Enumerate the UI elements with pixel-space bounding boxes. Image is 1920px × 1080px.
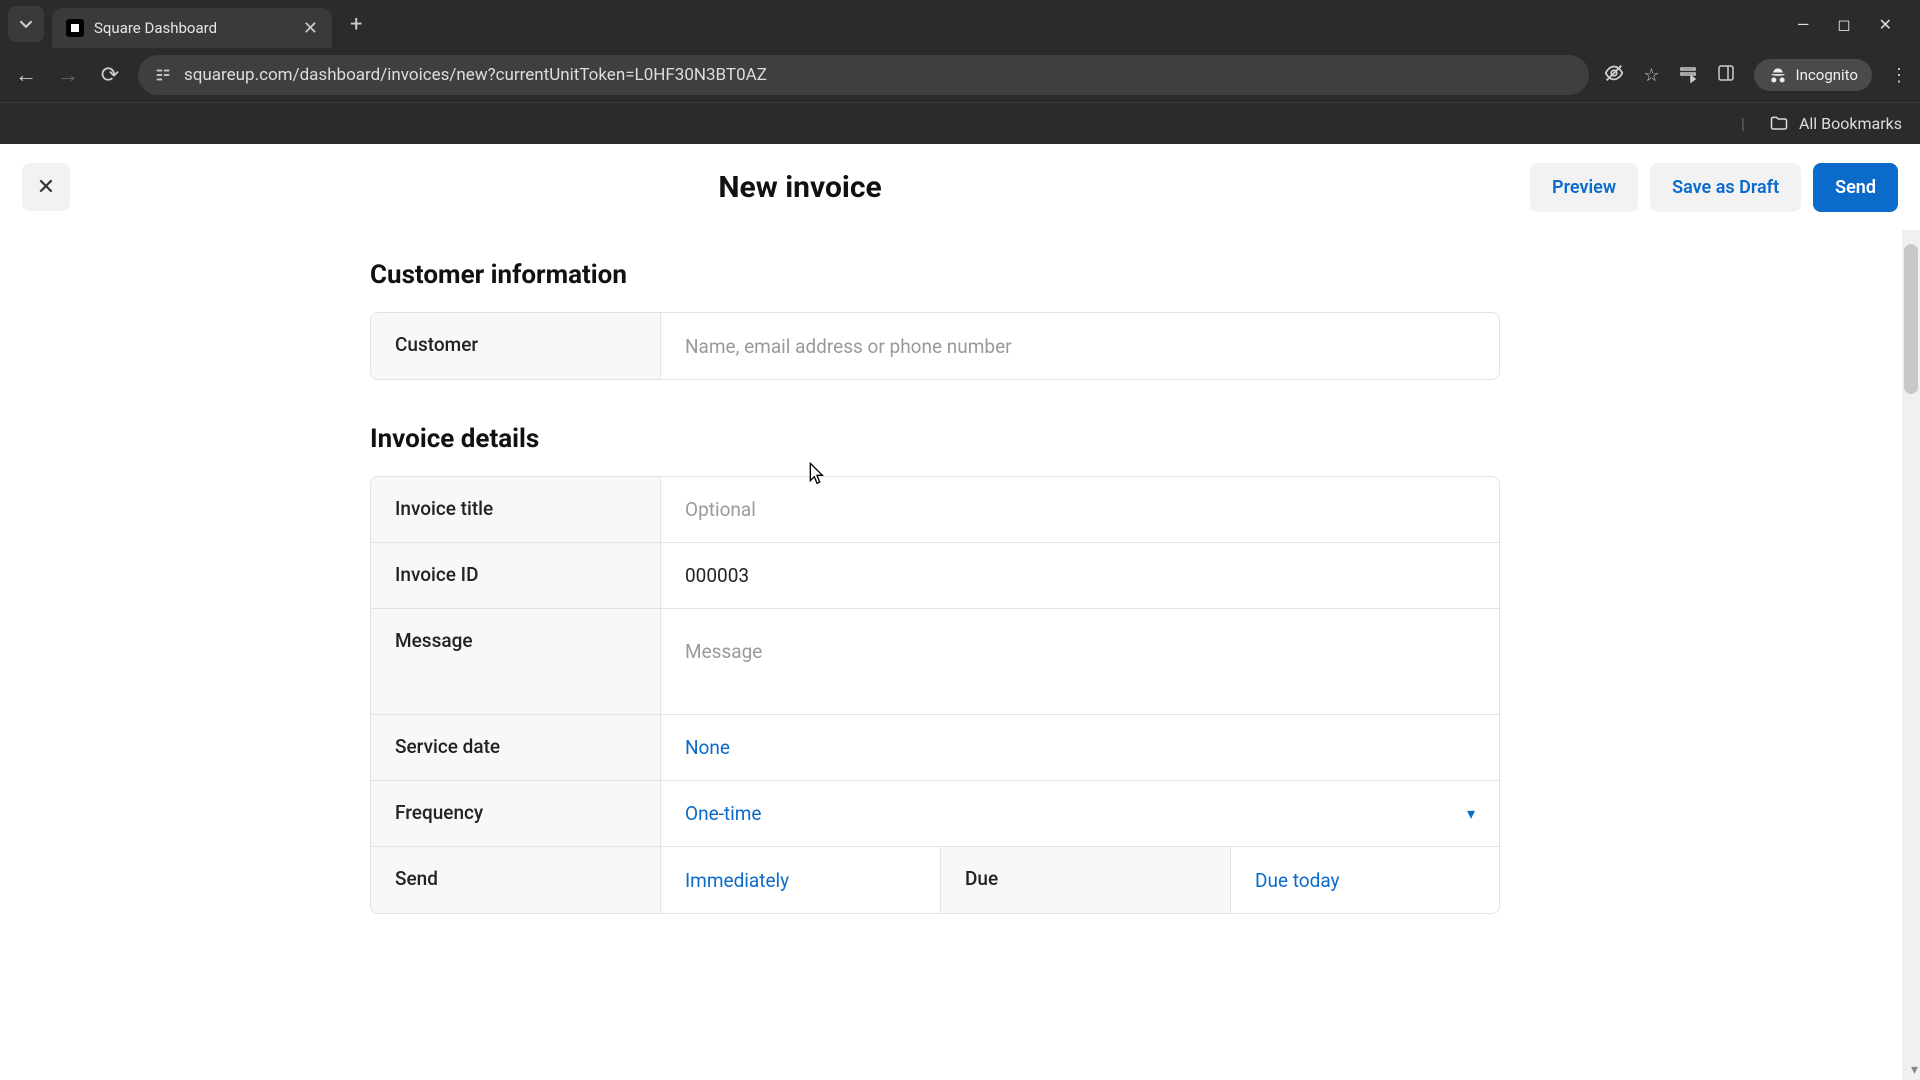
bookmark-star-icon[interactable]: ☆ [1643,65,1659,86]
invoice-id-input[interactable] [685,564,1475,587]
message-row: Message [371,609,1499,715]
send-due-row: Send Immediately Due Due today [371,847,1499,913]
close-window-icon[interactable]: ✕ [1879,15,1892,34]
close-icon: ✕ [37,175,55,200]
window-controls: ― ◻ ✕ [1797,15,1912,34]
customer-row: Customer [371,313,1499,379]
minimize-icon[interactable]: ― [1797,15,1810,34]
tab-title: Square Dashboard [94,19,293,37]
page-title: New invoice [84,170,1516,205]
back-button[interactable]: ← [12,62,40,88]
scroll-down-icon[interactable]: ▾ [1911,1062,1918,1078]
header-actions: Preview Save as Draft Send [1530,163,1898,212]
incognito-label: Incognito [1796,66,1858,84]
side-panel-icon[interactable] [1716,63,1736,88]
send-value: Immediately [685,869,789,892]
invoice-id-row: Invoice ID [371,543,1499,609]
send-button[interactable]: Send [1813,163,1898,212]
chevron-down-icon [19,17,33,31]
invoice-id-label: Invoice ID [371,543,661,608]
details-field-group: Invoice title Invoice ID Message Service… [370,476,1500,914]
app-header: ✕ New invoice Preview Save as Draft Send [0,144,1920,230]
frequency-row: Frequency One-time ▾ [371,781,1499,847]
url-text: squareup.com/dashboard/invoices/new?curr… [184,65,1573,85]
customer-info-section: Customer information Customer [370,260,1500,380]
service-date-value: None [685,736,730,759]
due-picker[interactable]: Due today [1231,847,1499,913]
reload-button[interactable]: ⟳ [96,63,124,88]
message-label: Message [371,609,661,714]
new-tab-button[interactable]: + [340,12,372,37]
invoice-title-label: Invoice title [371,477,661,542]
close-button[interactable]: ✕ [22,163,70,211]
form: Customer information Customer Invoice de… [370,260,1500,914]
section-heading-details: Invoice details [370,424,1500,454]
all-bookmarks-button[interactable]: All Bookmarks [1799,114,1902,133]
invoice-details-section: Invoice details Invoice title Invoice ID… [370,424,1500,914]
chevron-down-icon: ▾ [1467,804,1475,823]
browser-chrome: Square Dashboard ✕ + ― ◻ ✕ ← → ⟳ squareu… [0,0,1920,144]
maximize-icon[interactable]: ◻ [1837,15,1850,34]
site-info-icon[interactable] [154,66,172,84]
media-control-icon[interactable] [1678,63,1698,88]
invoice-title-row: Invoice title [371,477,1499,543]
browser-tab[interactable]: Square Dashboard ✕ [52,8,332,48]
scrollbar-track[interactable]: ▾ [1902,230,1920,1080]
tabs-dropdown-button[interactable] [8,6,44,42]
toolbar-icons: ☆ Incognito ⋮ [1603,59,1908,91]
service-date-label: Service date [371,715,661,780]
frequency-select[interactable]: One-time ▾ [661,781,1499,846]
scrollbar-thumb[interactable] [1904,244,1918,394]
forward-button[interactable]: → [54,62,82,88]
incognito-icon [1768,65,1788,85]
service-date-row: Service date None [371,715,1499,781]
section-heading-customer: Customer information [370,260,1500,290]
folder-icon [1769,114,1789,134]
save-draft-button[interactable]: Save as Draft [1650,163,1801,212]
frequency-label: Frequency [371,781,661,846]
app-content: ✕ New invoice Preview Save as Draft Send… [0,144,1920,1080]
customer-label: Customer [371,313,661,379]
service-date-picker[interactable]: None [661,715,1499,780]
due-label: Due [941,847,1231,913]
customer-input[interactable] [685,335,1475,358]
message-input[interactable] [685,622,1475,702]
close-tab-icon[interactable]: ✕ [303,18,318,39]
kebab-menu-icon[interactable]: ⋮ [1890,65,1908,86]
invoice-title-input[interactable] [685,498,1475,521]
content-scroll: ▾ Customer information Customer Invoice … [0,230,1920,1080]
customer-field-group: Customer [370,312,1500,380]
customer-input-wrap [661,313,1499,379]
send-label: Send [371,847,661,913]
preview-button[interactable]: Preview [1530,163,1638,212]
bookmarks-bar: | All Bookmarks [0,102,1920,144]
url-bar[interactable]: squareup.com/dashboard/invoices/new?curr… [138,55,1589,95]
send-picker[interactable]: Immediately [661,847,941,913]
due-value: Due today [1255,869,1340,892]
square-favicon-icon [66,19,84,37]
address-bar: ← → ⟳ squareup.com/dashboard/invoices/ne… [0,48,1920,102]
eye-off-icon[interactable] [1603,62,1625,89]
tab-bar: Square Dashboard ✕ + ― ◻ ✕ [0,0,1920,48]
frequency-value: One-time [685,802,761,825]
incognito-badge[interactable]: Incognito [1754,59,1872,91]
